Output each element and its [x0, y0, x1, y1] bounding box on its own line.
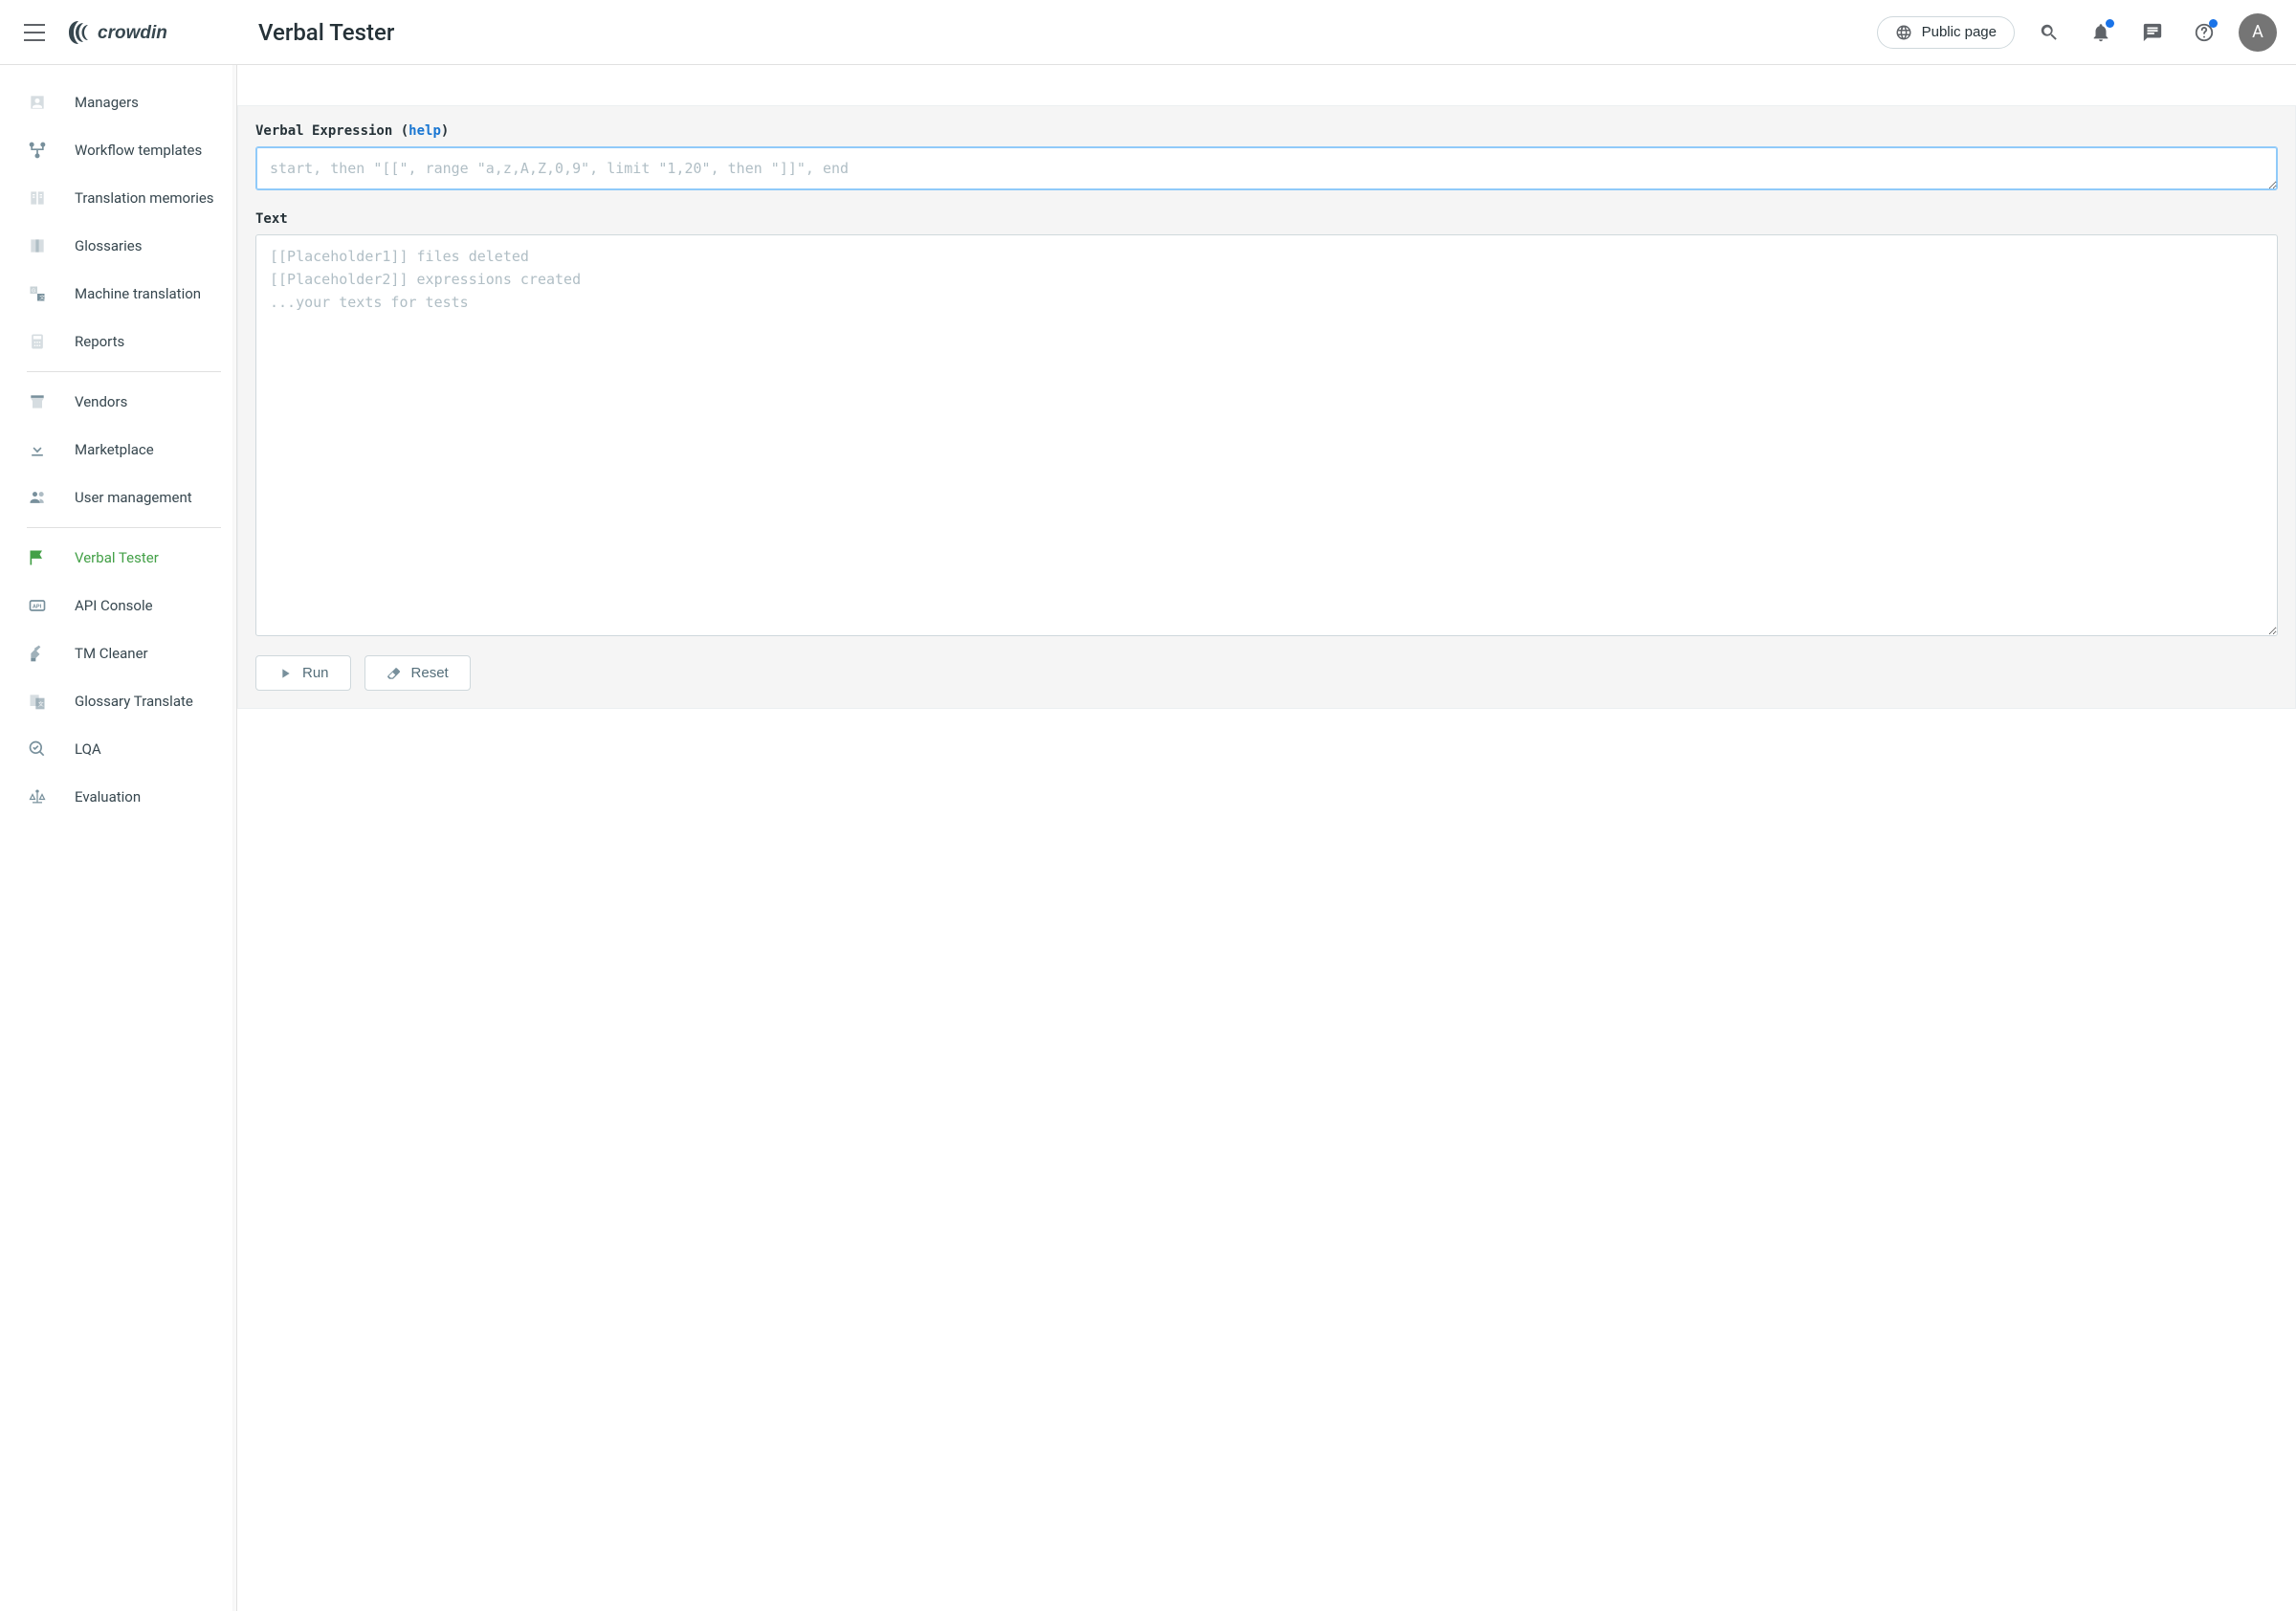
sidebar-item-machine-translation[interactable]: G文 Machine translation: [0, 270, 236, 318]
svg-text:G: G: [32, 288, 35, 294]
notifications-button[interactable]: [2084, 15, 2118, 50]
book-text-icon: [27, 188, 48, 209]
expression-input[interactable]: [255, 146, 2278, 190]
avatar-initial: A: [2252, 22, 2263, 42]
balance-icon: [27, 786, 48, 807]
sidebar-divider: [27, 527, 221, 528]
sidebar-item-label: Managers: [75, 94, 139, 111]
sidebar-item-api-console[interactable]: API API Console: [0, 582, 236, 629]
sidebar-item-lqa[interactable]: LQA: [0, 725, 236, 773]
sidebar-item-glossaries[interactable]: Glossaries: [0, 222, 236, 270]
search-icon: [2039, 22, 2060, 43]
sidebar-item-workflow-templates[interactable]: Workflow templates: [0, 126, 236, 174]
sidebar-item-label: Verbal Tester: [75, 549, 159, 566]
text-label: Text: [255, 194, 2278, 234]
download-icon: [27, 439, 48, 460]
sidebar-item-label: Translation memories: [75, 189, 214, 207]
svg-text:API: API: [33, 605, 42, 610]
sidebar-item-label: Glossary Translate: [75, 693, 193, 710]
text-input[interactable]: [255, 234, 2278, 636]
search-button[interactable]: [2032, 15, 2066, 50]
sidebar-item-user-management[interactable]: User management: [0, 474, 236, 521]
public-page-button[interactable]: Public page: [1877, 16, 2015, 49]
sidebar-item-label: LQA: [75, 740, 101, 758]
help-button[interactable]: [2187, 15, 2221, 50]
sidebar-item-label: Workflow templates: [75, 142, 202, 159]
help-dot: [2209, 19, 2218, 28]
topbar-left: crowdin: [0, 17, 237, 48]
hamburger-icon: [24, 24, 45, 41]
people-icon: [27, 487, 48, 508]
svg-text:文: 文: [38, 700, 44, 708]
sidebar-item-glossary-translate[interactable]: 文 Glossary Translate: [0, 677, 236, 725]
svg-text:crowdin: crowdin: [98, 23, 167, 43]
sidebar-item-verbal-tester[interactable]: Verbal Tester: [0, 534, 236, 582]
hamburger-menu-button[interactable]: [19, 17, 50, 48]
sidebar-item-label: TM Cleaner: [75, 645, 148, 662]
reset-label: Reset: [411, 665, 449, 681]
sidebar-item-managers[interactable]: Managers: [0, 78, 236, 126]
sidebar-item-label: Glossaries: [75, 237, 143, 254]
expression-label: Verbal Expression (help): [255, 106, 2278, 146]
globe-icon: [1895, 24, 1912, 41]
sidebar-item-label: Marketplace: [75, 441, 154, 458]
magnify-check-icon: [27, 739, 48, 760]
run-label: Run: [302, 665, 329, 681]
sidebar-item-label: Vendors: [75, 393, 127, 410]
api-icon: API: [27, 595, 48, 616]
topbar-right: Public page A: [1877, 13, 2296, 52]
store-icon: [27, 391, 48, 412]
doc-translate-icon: 文: [27, 691, 48, 712]
crowdin-logo[interactable]: crowdin: [67, 18, 220, 47]
sidebar-item-label: Evaluation: [75, 788, 141, 806]
run-button[interactable]: Run: [255, 655, 351, 691]
sidebar-item-evaluation[interactable]: Evaluation: [0, 773, 236, 821]
workflow-icon: [27, 140, 48, 161]
sidebar-item-vendors[interactable]: Vendors: [0, 378, 236, 426]
topbar: crowdin Verbal Tester Public page: [0, 0, 2296, 65]
sidebar-item-label: API Console: [75, 597, 153, 614]
avatar[interactable]: A: [2239, 13, 2277, 52]
sidebar-item-label: Machine translation: [75, 285, 201, 302]
sidebar-item-marketplace[interactable]: Marketplace: [0, 426, 236, 474]
reset-button[interactable]: Reset: [364, 655, 471, 691]
book-icon: [27, 235, 48, 256]
translate-icon: G文: [27, 283, 48, 304]
calculator-icon: [27, 331, 48, 352]
sidebar-item-tm-cleaner[interactable]: TM Cleaner: [0, 629, 236, 677]
main-content: Verbal Expression (help) Text Run Reset: [237, 65, 2296, 1611]
broom-icon: [27, 643, 48, 664]
user-box-icon: [27, 92, 48, 113]
button-row: Run Reset: [255, 655, 2278, 691]
sidebar-item-translation-memories[interactable]: Translation memories: [0, 174, 236, 222]
play-icon: [277, 666, 293, 681]
chat-icon: [2142, 22, 2163, 43]
notification-dot: [2106, 19, 2114, 28]
eraser-icon: [386, 666, 402, 681]
messages-button[interactable]: [2135, 15, 2170, 50]
sidebar-divider: [27, 371, 221, 372]
verbal-tester-panel: Verbal Expression (help) Text Run Reset: [237, 105, 2296, 709]
page-title: Verbal Tester: [258, 19, 394, 46]
svg-text:文: 文: [39, 294, 45, 301]
topbar-main: Verbal Tester: [237, 19, 1877, 46]
sidebar-item-reports[interactable]: Reports: [0, 318, 236, 365]
public-page-label: Public page: [1922, 24, 1997, 40]
sidebar[interactable]: Managers Workflow templates Translation me…: [0, 65, 237, 1611]
flag-icon: [27, 547, 48, 568]
sidebar-item-label: Reports: [75, 333, 124, 350]
help-link[interactable]: help: [408, 123, 441, 139]
sidebar-item-label: User management: [75, 489, 192, 506]
